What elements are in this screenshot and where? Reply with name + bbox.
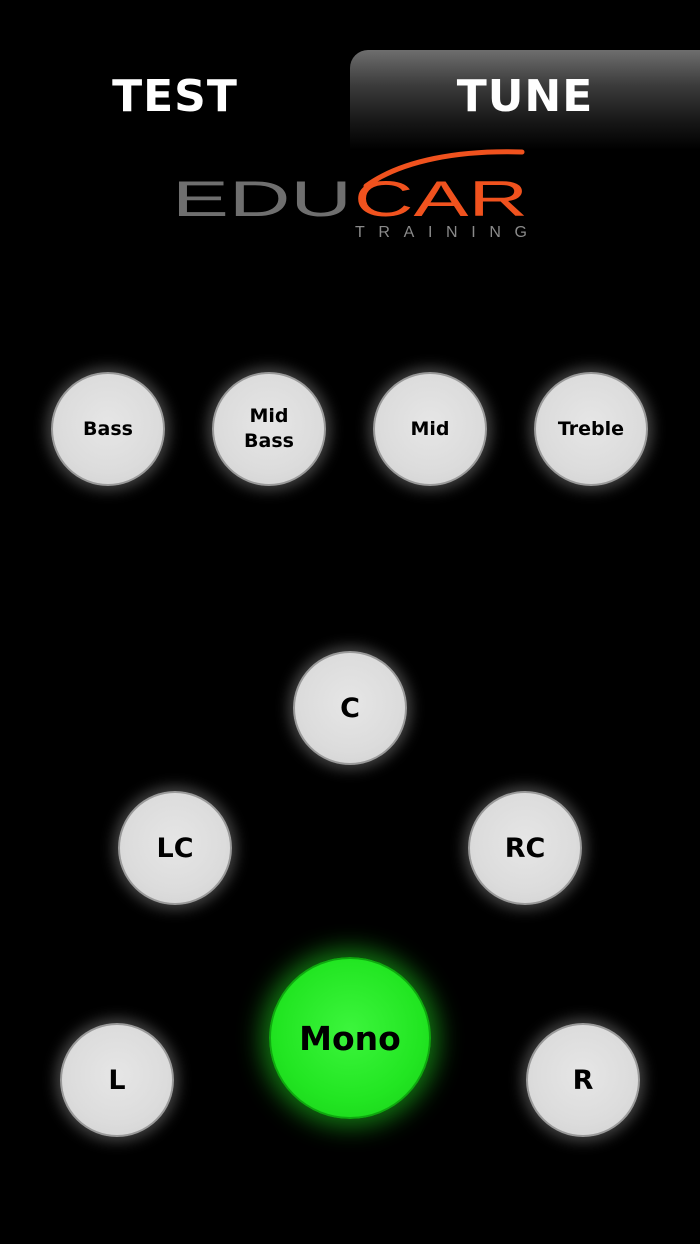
educar-training-logo: EDU CAR TRAINING — [170, 148, 532, 244]
center-channel-label: C — [340, 692, 360, 724]
right-channel-button[interactable]: R — [526, 1023, 640, 1137]
bass-button[interactable]: Bass — [51, 372, 165, 486]
right-center-channel-label: RC — [504, 832, 546, 864]
left-center-channel-label: LC — [156, 832, 194, 864]
mono-label: Mono — [299, 1018, 401, 1058]
mid-button[interactable]: Mid — [373, 372, 487, 486]
left-center-channel-button[interactable]: LC — [118, 791, 232, 905]
svg-text:CAR: CAR — [354, 171, 528, 227]
treble-label: Treble — [557, 417, 625, 440]
mid-label: Mid — [410, 417, 450, 440]
svg-text:EDU: EDU — [172, 171, 352, 227]
right-channel-label: R — [572, 1064, 594, 1096]
bass-label: Bass — [83, 417, 133, 440]
left-channel-button[interactable]: L — [60, 1023, 174, 1137]
mid-bass-button[interactable]: Mid Bass — [212, 372, 326, 486]
treble-button[interactable]: Treble — [534, 372, 648, 486]
mono-button[interactable]: Mono — [269, 957, 431, 1119]
left-channel-label: L — [108, 1064, 126, 1096]
tab-tune[interactable]: TUNE — [350, 50, 700, 150]
right-center-channel-button[interactable]: RC — [468, 791, 582, 905]
center-channel-button[interactable]: C — [293, 651, 407, 765]
mid-bass-label: Mid Bass — [244, 405, 294, 452]
tab-test[interactable]: TEST — [0, 50, 350, 150]
